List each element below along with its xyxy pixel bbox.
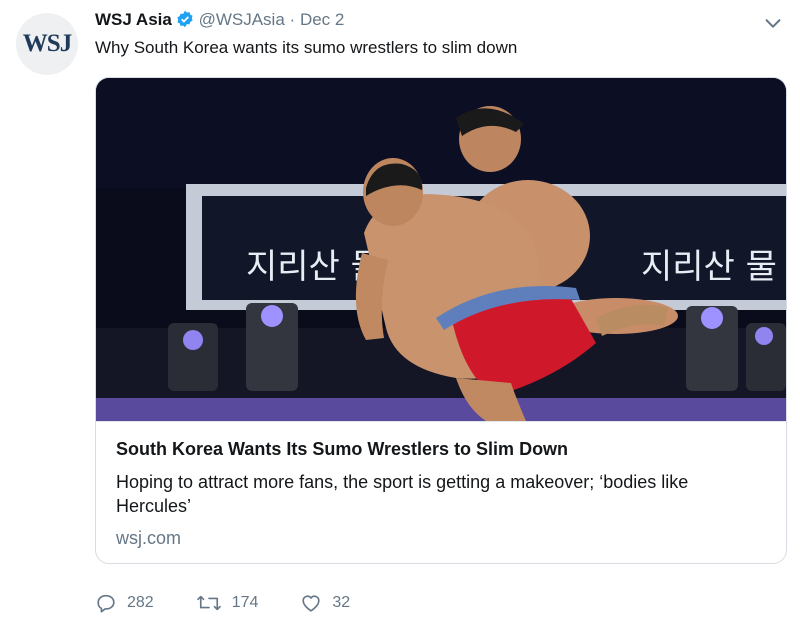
banner-text-right: 지리산 물 [641,247,777,287]
tweet-date[interactable]: Dec 2 [300,10,344,29]
chevron-down-icon[interactable] [762,12,784,34]
avatar-logo-text: WSJ [22,30,72,57]
tweet-text: Why South Korea wants its sumo wrestlers… [95,38,518,57]
author-name[interactable]: WSJ Asia [95,10,172,29]
reply-count: 282 [127,594,154,611]
like-count: 32 [332,594,351,611]
retweet-button[interactable]: 174 [196,592,259,614]
retweet-icon [196,595,221,611]
card-domain[interactable]: wsj.com [116,528,181,549]
retweet-count: 174 [231,594,259,611]
verified-badge-icon [177,10,193,28]
card-description: Hoping to attract more fans, the sport i… [116,472,689,516]
link-card[interactable]: 지리산 물 지리산 물 South Korea Wants Its Sumo W… [95,77,787,564]
avatar[interactable]: WSJ [16,13,78,75]
card-title[interactable]: South Korea Wants Its Sumo Wrestlers to … [116,439,568,460]
heart-icon [302,595,321,612]
tweet-actions: 282 174 32 [95,592,392,614]
author-handle[interactable]: @WSJAsia [199,10,285,29]
separator-dot: · [289,10,296,29]
card-image[interactable]: 지리산 물 지리산 물 [96,78,786,421]
reply-button[interactable]: 282 [95,592,154,614]
reply-icon [97,594,115,613]
card-body: South Korea Wants Its Sumo Wrestlers to … [96,421,786,563]
like-button[interactable]: 32 [300,592,350,614]
tweet-header: WSJ Asia @WSJAsia · Dec 2 [95,10,344,30]
